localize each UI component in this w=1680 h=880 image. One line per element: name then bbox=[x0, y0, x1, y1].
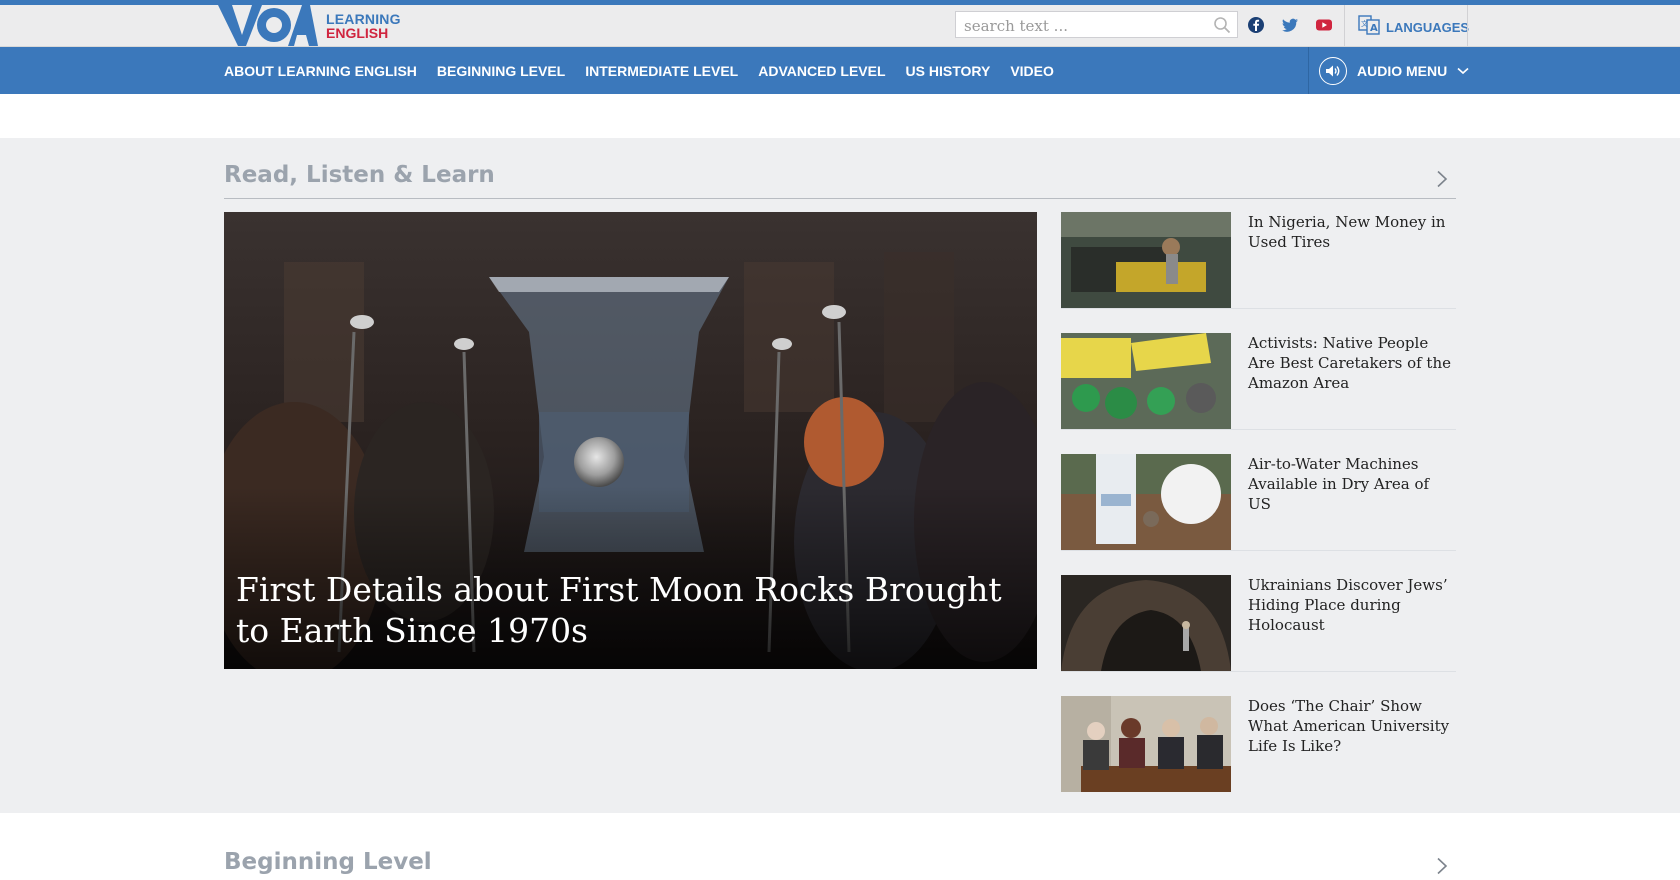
main-nav: ABOUT LEARNING ENGLISH BEGINNING LEVEL I… bbox=[0, 47, 1680, 94]
top-bar: LEARNING ENGLISH A文 LANGUAGES bbox=[0, 5, 1680, 47]
speaker-icon bbox=[1319, 56, 1347, 85]
section-header[interactable]: Read, Listen & Learn bbox=[224, 162, 1456, 199]
logo-line2: ENGLISH bbox=[326, 24, 389, 41]
twitter-icon[interactable] bbox=[1281, 16, 1301, 36]
story-title[interactable]: Air-to-Water Machines Available in Dry A… bbox=[1248, 454, 1456, 514]
languages-label: LANGUAGES bbox=[1386, 20, 1470, 35]
search-input[interactable] bbox=[962, 12, 1206, 39]
story-thumbnail[interactable] bbox=[1061, 212, 1231, 308]
social-links bbox=[1247, 16, 1335, 36]
story-title[interactable]: Activists: Native People Are Best Careta… bbox=[1248, 333, 1456, 393]
youtube-icon[interactable] bbox=[1315, 16, 1335, 36]
nav-item-about[interactable]: ABOUT LEARNING ENGLISH bbox=[224, 63, 417, 79]
hero-title[interactable]: First Details about First Moon Rocks Bro… bbox=[236, 569, 1017, 651]
chevron-right-icon[interactable] bbox=[1436, 857, 1448, 880]
list-item[interactable]: Air-to-Water Machines Available in Dry A… bbox=[1061, 454, 1456, 551]
svg-text:A: A bbox=[1370, 23, 1378, 34]
audio-menu-label: AUDIO MENU bbox=[1357, 62, 1448, 79]
list-item[interactable]: Activists: Native People Are Best Careta… bbox=[1061, 333, 1456, 430]
list-item[interactable]: Ukrainians Discover Jews’ Hiding Place d… bbox=[1061, 575, 1456, 672]
read-listen-learn-section: Read, Listen & Learn First Details about… bbox=[0, 138, 1680, 813]
section-title: Read, Listen & Learn bbox=[224, 162, 495, 188]
nav-item-beginning[interactable]: BEGINNING LEVEL bbox=[437, 63, 565, 79]
separator bbox=[1467, 5, 1468, 46]
nav-item-us-history[interactable]: US HISTORY bbox=[906, 63, 991, 79]
story-thumbnail[interactable] bbox=[1061, 454, 1231, 550]
audio-menu-button[interactable]: AUDIO MENU bbox=[1308, 47, 1479, 94]
separator bbox=[1344, 5, 1345, 46]
nav-item-intermediate[interactable]: INTERMEDIATE LEVEL bbox=[585, 63, 738, 79]
search-box bbox=[955, 11, 1238, 39]
svg-text:文: 文 bbox=[1361, 19, 1368, 28]
nav-items: ABOUT LEARNING ENGLISH BEGINNING LEVEL I… bbox=[224, 47, 1074, 94]
nav-item-video[interactable]: VIDEO bbox=[1010, 63, 1054, 79]
list-item[interactable]: Does ‘The Chair’ Show What American Univ… bbox=[1061, 696, 1456, 792]
logo-line1: LEARNING bbox=[326, 10, 401, 27]
story-list: In Nigeria, New Money in Used Tires Acti… bbox=[1061, 212, 1456, 816]
section-title: Beginning Level bbox=[224, 849, 432, 875]
section-header[interactable]: Beginning Level bbox=[224, 849, 1456, 875]
voa-logo-link[interactable]: LEARNING ENGLISH bbox=[218, 5, 401, 46]
story-title[interactable]: Does ‘The Chair’ Show What American Univ… bbox=[1248, 696, 1456, 756]
hero-story[interactable]: First Details about First Moon Rocks Bro… bbox=[224, 212, 1037, 669]
logo-text: LEARNING ENGLISH bbox=[326, 12, 401, 40]
story-title[interactable]: In Nigeria, New Money in Used Tires bbox=[1248, 212, 1456, 252]
beginning-level-section: Beginning Level bbox=[0, 813, 1680, 876]
story-thumbnail[interactable] bbox=[1061, 575, 1231, 671]
list-item[interactable]: In Nigeria, New Money in Used Tires bbox=[1061, 212, 1456, 309]
languages-button[interactable]: A文 LANGUAGES bbox=[1358, 15, 1469, 40]
search-icon[interactable] bbox=[1213, 16, 1231, 39]
chevron-down-icon bbox=[1457, 62, 1469, 80]
story-thumbnail[interactable] bbox=[1061, 333, 1231, 429]
chevron-right-icon[interactable] bbox=[1436, 170, 1448, 193]
voa-logo-icon bbox=[218, 5, 318, 46]
nav-item-advanced[interactable]: ADVANCED LEVEL bbox=[758, 63, 885, 79]
facebook-icon[interactable] bbox=[1247, 16, 1267, 36]
story-title[interactable]: Ukrainians Discover Jews’ Hiding Place d… bbox=[1248, 575, 1456, 635]
story-thumbnail[interactable] bbox=[1061, 696, 1231, 792]
translate-icon: A文 bbox=[1358, 15, 1380, 40]
